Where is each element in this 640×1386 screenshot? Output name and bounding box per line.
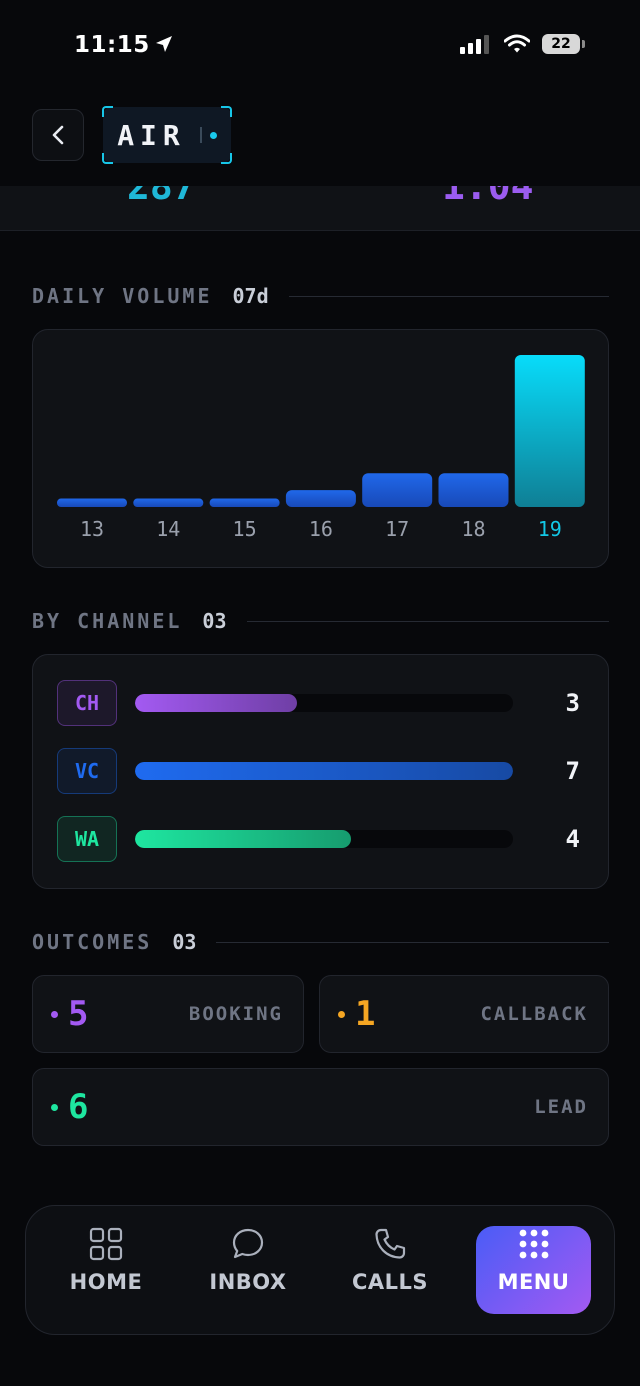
by-channel-header: BY CHANNEL 03: [32, 609, 609, 633]
battery-indicator: 22: [542, 34, 585, 54]
daily-volume-chart: 13 14 15 16 17 18 19: [57, 355, 585, 541]
daily-volume-header: DAILY VOLUME 07d: [32, 284, 609, 308]
channel-count: 4: [565, 825, 580, 853]
volume-bar-19: [514, 355, 585, 507]
volume-bar-16: [285, 490, 356, 507]
outcome-dot-icon: [51, 1010, 58, 1018]
section-title: DAILY VOLUME: [32, 284, 213, 308]
signal-icon: [460, 35, 489, 54]
phone-icon: [375, 1228, 406, 1259]
by-channel-card: CH 3 VC 7 WA 4: [32, 654, 609, 889]
section-count: 07d: [232, 284, 269, 308]
daily-volume-card: 13 14 15 16 17 18 19: [32, 329, 609, 568]
outcome-booking[interactable]: 5 BOOKING: [32, 975, 304, 1053]
status-time: 11:15: [74, 32, 174, 58]
channel-row-ch: CH 3: [57, 680, 584, 726]
channel-count: 3: [565, 689, 580, 717]
outcomes-header: OUTCOMES 03: [32, 930, 609, 954]
outcome-dot-icon: [51, 1103, 58, 1111]
battery-level: 22: [551, 36, 571, 52]
channel-count: 7: [565, 757, 580, 785]
section-title: BY CHANNEL: [32, 609, 183, 633]
channel-fill: [135, 694, 297, 712]
outcome-lead[interactable]: 6 LEAD: [32, 1068, 609, 1146]
section-divider: [216, 941, 609, 943]
back-button[interactable]: [32, 109, 84, 161]
channel-track: [135, 694, 513, 712]
section-divider: [288, 295, 609, 297]
channel-badge: CH: [57, 680, 117, 726]
outcome-label: CALLBACK: [480, 1003, 588, 1025]
section-title: OUTCOMES: [32, 930, 153, 954]
volume-bar-13: [57, 498, 127, 507]
volume-tick-label: 17: [385, 517, 409, 541]
channel-badge: VC: [57, 748, 117, 794]
channel-row-vc: VC 7: [57, 748, 584, 794]
outcome-value: 1: [355, 994, 376, 1034]
nav-inbox[interactable]: INBOX: [189, 1226, 307, 1314]
summary-right-value: 1.04: [442, 186, 534, 208]
outcome-value: 6: [68, 1087, 89, 1127]
logo-text: AIR: [117, 118, 186, 152]
logo-separator: [199, 127, 202, 143]
dots-grid-icon: [519, 1229, 548, 1259]
outcome-label: LEAD: [534, 1096, 588, 1118]
wifi-icon: [504, 34, 530, 53]
volume-tick-label: 13: [80, 517, 104, 541]
nav-home[interactable]: HOME: [47, 1226, 165, 1314]
outcome-label: BOOKING: [188, 1003, 283, 1025]
volume-bar-18: [438, 473, 509, 507]
chat-icon: [232, 1228, 264, 1259]
channel-badge: WA: [57, 816, 117, 862]
location-arrow-icon: [155, 36, 172, 52]
volume-tick-label: 19: [538, 517, 562, 541]
volume-bar-14: [133, 498, 204, 507]
bottom-nav: HOME INBOX CALLS MENU: [25, 1205, 615, 1335]
summary-strip: 287 1.04: [0, 186, 640, 231]
nav-label: CALLS: [351, 1270, 429, 1294]
nav-label: INBOX: [209, 1270, 287, 1294]
volume-tick-label: 15: [233, 517, 257, 541]
channel-track: [135, 762, 513, 780]
nav-label: HOME: [69, 1270, 143, 1294]
outcome-callback[interactable]: 1 CALLBACK: [319, 975, 609, 1053]
nav-label: MENU: [497, 1270, 570, 1294]
outcome-value: 5: [68, 994, 89, 1034]
outcome-dot-icon: [338, 1010, 345, 1018]
clock-text: 11:15: [74, 32, 150, 58]
nav-menu[interactable]: MENU: [476, 1226, 591, 1314]
channel-fill: [135, 762, 513, 780]
volume-bar-17: [362, 473, 433, 507]
logo-dot-icon: [209, 131, 217, 139]
summary-left-value: 287: [127, 186, 196, 208]
chevron-left-icon: [52, 125, 64, 145]
section-count: 03: [172, 930, 197, 954]
channel-row-wa: WA 4: [57, 816, 584, 862]
section-divider: [246, 620, 609, 622]
volume-tick-label: 16: [309, 517, 333, 541]
channel-fill: [135, 830, 351, 848]
section-count: 03: [202, 609, 227, 633]
nav-calls[interactable]: CALLS: [331, 1226, 449, 1314]
volume-tick-label: 14: [156, 517, 180, 541]
app-logo: AIR: [102, 106, 232, 164]
channel-track: [135, 830, 513, 848]
grid-icon: [89, 1227, 123, 1261]
status-indicators: 22: [460, 34, 585, 54]
volume-bar-15: [209, 498, 280, 507]
volume-tick-label: 18: [461, 517, 485, 541]
